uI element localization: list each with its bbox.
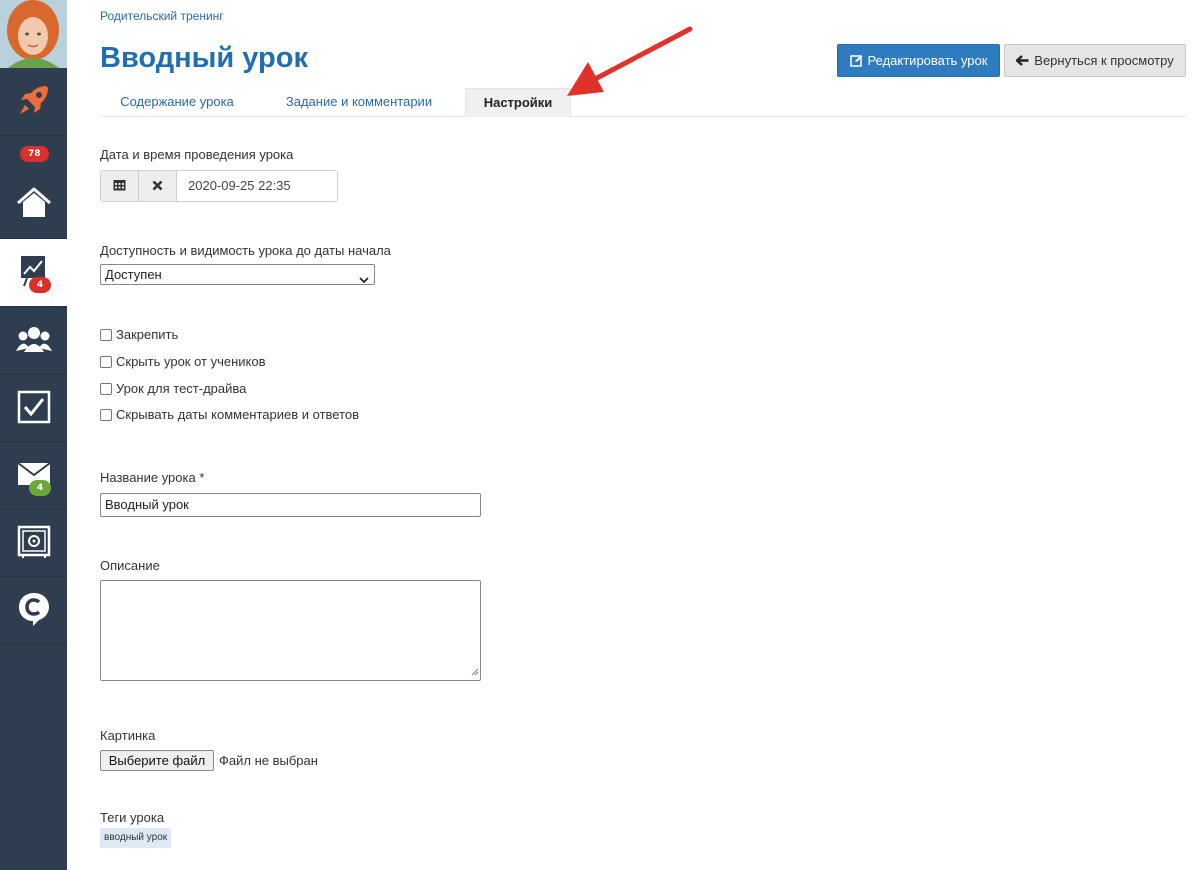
sidebar-item-home[interactable] bbox=[0, 171, 67, 239]
sidebar: 78 4 4 bbox=[0, 0, 67, 870]
date-label: Дата и время проведения урока bbox=[100, 147, 294, 162]
hide-dates-checkbox[interactable] bbox=[100, 408, 112, 421]
tags-label: Теги урока bbox=[100, 810, 165, 825]
sidebar-item-training[interactable]: 4 bbox=[0, 239, 67, 307]
choose-file-button[interactable]: Выберите файл bbox=[100, 750, 214, 771]
sidebar-item-chat[interactable] bbox=[0, 577, 67, 644]
pin-checkbox-row[interactable]: Закрепить bbox=[100, 327, 178, 342]
sidebar-item-messages[interactable]: 4 bbox=[0, 442, 67, 510]
sidebar-item-safe[interactable] bbox=[0, 510, 67, 577]
visibility-selected-value: Доступен bbox=[105, 267, 162, 282]
file-status: Файл не выбран bbox=[219, 753, 318, 768]
edit-lesson-button[interactable]: Редактировать урок bbox=[837, 44, 1000, 77]
sidebar-badge-row: 78 bbox=[0, 136, 67, 171]
lesson-tabs: Содержание урока Задание и комментарии Н… bbox=[100, 88, 1186, 117]
lesson-name-input[interactable]: Вводный урок bbox=[100, 493, 481, 517]
edit-icon bbox=[849, 54, 863, 67]
breadcrumb[interactable]: Родительский тренинг bbox=[100, 9, 224, 23]
chat-c-icon bbox=[17, 591, 51, 630]
sidebar-item-users[interactable] bbox=[0, 307, 67, 375]
hide-dates-checkbox-label: Скрывать даты комментариев и ответов bbox=[116, 407, 360, 422]
home-icon bbox=[15, 185, 53, 224]
close-icon bbox=[152, 179, 163, 194]
pin-checkbox-label: Закрепить bbox=[116, 327, 179, 342]
lesson-name-label: Название урока * bbox=[100, 470, 205, 485]
visibility-select[interactable]: Доступен bbox=[100, 264, 375, 285]
arrow-left-icon bbox=[1016, 55, 1029, 66]
page-title: Вводный урок bbox=[100, 42, 308, 74]
back-to-view-button[interactable]: Вернуться к просмотру bbox=[1004, 44, 1186, 77]
date-time-input[interactable]: 2020-09-25 22:35 bbox=[177, 171, 337, 201]
calendar-icon bbox=[113, 179, 126, 194]
visibility-label: Доступность и видимость урока до даты на… bbox=[100, 243, 391, 258]
test-drive-checkbox-label: Урок для тест-драйва bbox=[116, 381, 247, 396]
users-group-icon bbox=[15, 324, 52, 357]
resize-grip-icon[interactable] bbox=[471, 664, 479, 679]
description-label: Описание bbox=[100, 558, 160, 573]
clear-date-button[interactable] bbox=[139, 171, 177, 201]
back-to-view-label: Вернуться к просмотру bbox=[1034, 53, 1174, 68]
sidebar-item-tasks[interactable] bbox=[0, 375, 67, 442]
description-textarea[interactable] bbox=[100, 580, 481, 681]
date-picker: 2020-09-25 22:35 bbox=[100, 170, 338, 202]
image-label: Картинка bbox=[100, 728, 156, 743]
training-badge: 4 bbox=[29, 277, 52, 293]
hide-lesson-checkbox[interactable] bbox=[100, 355, 112, 368]
tab-content[interactable]: Содержание урока bbox=[100, 88, 254, 117]
chevron-down-icon bbox=[359, 270, 369, 289]
hide-lesson-checkbox-row[interactable]: Скрыть урок от учеников bbox=[100, 354, 266, 369]
tab-settings[interactable]: Настройки bbox=[465, 88, 571, 117]
annotation-arrow-icon bbox=[567, 26, 693, 96]
hide-lesson-checkbox-label: Скрыть урок от учеников bbox=[116, 354, 266, 369]
lesson-tag[interactable]: вводный урок bbox=[100, 828, 172, 848]
rocket-icon bbox=[16, 82, 52, 121]
calendar-button[interactable] bbox=[101, 171, 139, 201]
checkbox-icon bbox=[17, 390, 51, 427]
tab-assignment[interactable]: Задание и комментарии bbox=[275, 88, 443, 117]
edit-lesson-label: Редактировать урок bbox=[867, 53, 988, 68]
messages-badge: 4 bbox=[29, 480, 52, 496]
hide-dates-checkbox-row[interactable]: Скрывать даты комментариев и ответов bbox=[100, 407, 359, 422]
sidebar-item-courses[interactable] bbox=[0, 68, 67, 136]
test-drive-checkbox[interactable] bbox=[100, 382, 112, 395]
pin-checkbox[interactable] bbox=[100, 328, 112, 341]
test-drive-checkbox-row[interactable]: Урок для тест-драйва bbox=[100, 381, 246, 396]
notification-badge: 78 bbox=[20, 146, 49, 162]
safe-icon bbox=[17, 525, 51, 562]
avatar[interactable] bbox=[0, 0, 67, 68]
